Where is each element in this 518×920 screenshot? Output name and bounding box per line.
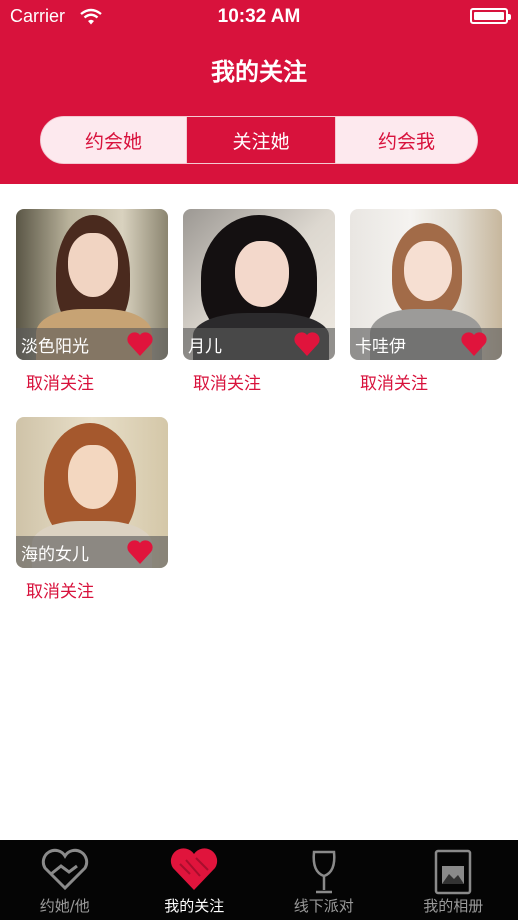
segmented-control: 约会她 关注她 约会我 xyxy=(40,116,478,164)
heart-icon[interactable] xyxy=(126,539,154,565)
segment-follow-her[interactable]: 关注她 xyxy=(186,117,336,163)
unfollow-button[interactable]: 取消关注 xyxy=(16,369,168,394)
segment-date-her[interactable]: 约会她 xyxy=(41,117,186,163)
unfollow-button[interactable]: 取消关注 xyxy=(350,369,502,394)
tab-label: 我的关注 xyxy=(164,897,225,915)
user-name: 海的女儿 xyxy=(21,544,89,565)
tab-bar: 约她/他 我的关注 线下派对 我的相册 xyxy=(0,840,518,920)
status-bar: Carrier 10:32 AM xyxy=(0,0,518,34)
tab-date[interactable]: 约她/他 xyxy=(0,840,130,920)
user-name: 淡色阳光 xyxy=(21,336,89,357)
profile-photo[interactable]: 淡色阳光 xyxy=(16,209,168,360)
handshake-heart-icon xyxy=(41,848,88,891)
profile-photo[interactable]: 海的女儿 xyxy=(16,417,168,568)
user-name: 卡哇伊 xyxy=(355,336,406,357)
follow-card: 海的女儿 取消关注 xyxy=(16,417,168,602)
photo-caption: 淡色阳光 xyxy=(16,328,168,360)
unfollow-button[interactable]: 取消关注 xyxy=(16,577,168,602)
photo-caption: 卡哇伊 xyxy=(350,328,502,360)
heart-icon[interactable] xyxy=(460,331,488,357)
unfollow-button[interactable]: 取消关注 xyxy=(183,369,335,394)
segment-date-me[interactable]: 约会我 xyxy=(336,117,477,163)
header: Carrier 10:32 AM 我的关注 约会她 关注她 约会我 xyxy=(0,0,518,184)
battery-icon xyxy=(470,8,511,24)
photo-caption: 月儿 xyxy=(183,328,335,360)
heart-icon xyxy=(171,848,218,890)
photo-caption: 海的女儿 xyxy=(16,536,168,568)
tab-my-follows[interactable]: 我的关注 xyxy=(130,840,260,920)
clock: 10:32 AM xyxy=(217,6,301,27)
tab-album[interactable]: 我的相册 xyxy=(389,840,518,920)
heart-icon[interactable] xyxy=(126,331,154,357)
tab-label: 我的相册 xyxy=(423,897,484,915)
page-title: 我的关注 xyxy=(211,58,307,86)
follow-card: 卡哇伊 取消关注 xyxy=(350,209,502,394)
follow-card: 淡色阳光 取消关注 xyxy=(16,209,168,394)
heart-icon[interactable] xyxy=(293,331,321,357)
tab-party[interactable]: 线下派对 xyxy=(259,840,389,920)
user-name: 月儿 xyxy=(188,336,222,357)
profile-photo[interactable]: 卡哇伊 xyxy=(350,209,502,360)
follow-card: 月儿 取消关注 xyxy=(183,209,335,394)
photo-album-icon xyxy=(435,849,472,895)
wine-glass-icon xyxy=(312,850,336,894)
tab-label: 约她/他 xyxy=(39,897,90,915)
profile-photo[interactable]: 月儿 xyxy=(183,209,335,360)
tab-label: 线下派对 xyxy=(293,897,354,915)
